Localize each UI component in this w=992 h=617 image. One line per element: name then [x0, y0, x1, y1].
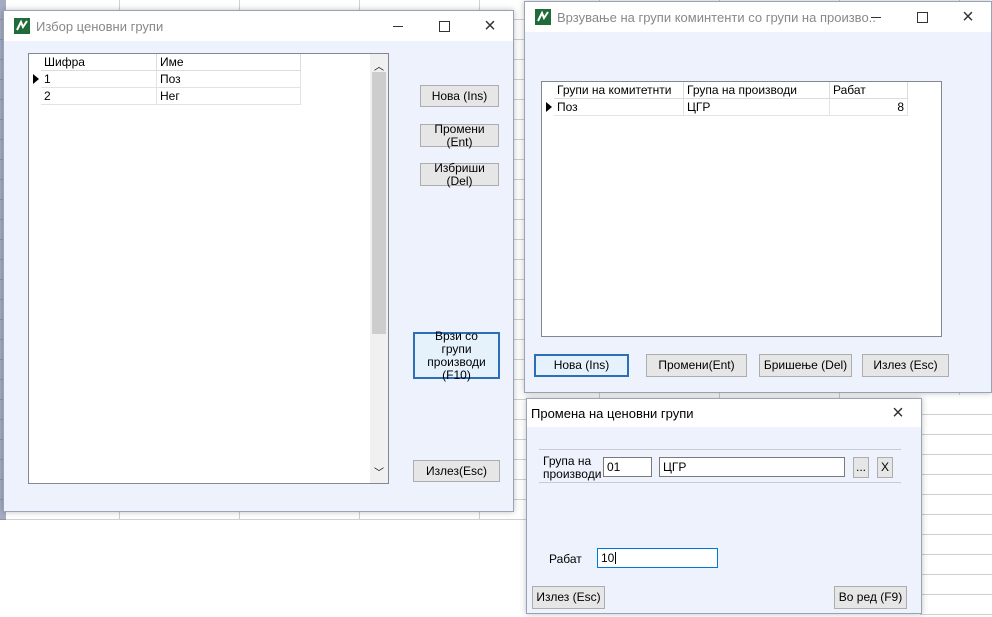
edit-button[interactable]: Промени(Ent) — [646, 354, 747, 377]
column-header-client-group[interactable]: Групи на комитетнти — [554, 82, 684, 99]
discount-field[interactable]: 10 — [597, 548, 718, 568]
column-header-discount[interactable]: Рабат — [830, 82, 908, 99]
table-row-client-group[interactable]: Поз — [554, 99, 684, 116]
delete-button[interactable]: Бришење (Del) — [759, 354, 852, 377]
price-groups-table[interactable]: Шифра Име 1 Поз 2 Нег ︿ ﹀ — [28, 53, 389, 484]
table-row-name[interactable]: Поз — [157, 71, 301, 88]
link-product-groups-button[interactable]: Врзи со групи производи (F10) — [413, 329, 500, 381]
minimize-button[interactable] — [375, 11, 421, 41]
link-groups-window: Врзување на групи коминтенти со групи на… — [524, 1, 992, 393]
table-row-name[interactable]: Нег — [157, 88, 301, 105]
close-button[interactable]: × — [467, 11, 513, 41]
app-logo-icon — [14, 18, 30, 34]
browse-button[interactable]: ... — [853, 457, 869, 478]
close-icon: × — [484, 14, 496, 37]
column-header-code[interactable]: Шифра — [41, 54, 157, 71]
close-icon: × — [962, 5, 974, 28]
current-row-indicator-icon — [33, 74, 39, 84]
links-table[interactable]: Групи на комитетнти Група на производи Р… — [541, 81, 942, 337]
maximize-icon — [438, 20, 450, 32]
clear-button[interactable]: X — [877, 457, 893, 478]
price-groups-titlebar[interactable]: Избор ценовни групи × — [4, 11, 513, 41]
exit-button[interactable]: Излез (Esc) — [532, 586, 605, 609]
window-title: Врзување на групи коминтенти со групи на… — [557, 9, 877, 25]
window-title: Избор ценовни групи — [36, 18, 164, 34]
edit-button[interactable]: Промени (Ent) — [420, 122, 499, 148]
exit-button[interactable]: Излез(Esc) — [413, 460, 500, 482]
maximize-icon — [916, 11, 928, 23]
dialog-title: Промена на ценовни групи — [531, 405, 694, 421]
close-icon: × — [892, 401, 904, 424]
product-group-name-field[interactable]: ЦГР — [659, 457, 845, 477]
discount-value: 10 — [601, 551, 615, 565]
price-groups-window: Избор ценовни групи × Шифра Име 1 Поз 2 … — [3, 10, 514, 512]
scroll-down-icon[interactable]: ﹀ — [374, 464, 384, 479]
background-spreadsheet-right — [920, 395, 992, 617]
link-groups-titlebar[interactable]: Врзување на групи коминтенти со групи на… — [525, 2, 991, 32]
new-button[interactable]: Нова (Ins) — [534, 354, 629, 377]
scrollbar-thumb[interactable] — [372, 72, 386, 334]
new-button[interactable]: Нова (Ins) — [420, 85, 499, 107]
column-header-name[interactable]: Име — [157, 54, 301, 71]
ok-button[interactable]: Во ред (F9) — [834, 586, 907, 609]
product-group-label: Група на производи — [543, 454, 602, 481]
table-row-product-group[interactable]: ЦГР — [684, 99, 830, 116]
minimize-button[interactable] — [853, 2, 899, 32]
scroll-up-icon[interactable]: ︿ — [374, 58, 384, 73]
table-row-discount[interactable]: 8 — [830, 99, 908, 116]
text-caret — [615, 552, 617, 564]
table-row-code[interactable]: 2 — [41, 88, 157, 105]
close-button[interactable]: × — [945, 2, 991, 32]
maximize-button[interactable] — [899, 2, 945, 32]
app-logo-icon — [535, 9, 551, 25]
delete-button[interactable]: Избриши (Del) — [420, 161, 499, 187]
edit-dialog-titlebar[interactable]: Промена на ценовни групи × — [527, 399, 921, 427]
maximize-button[interactable] — [421, 11, 467, 41]
close-button[interactable]: × — [875, 399, 921, 427]
vertical-scrollbar[interactable]: ︿ ﹀ — [370, 54, 388, 483]
discount-label: Рабат — [549, 552, 582, 566]
edit-price-group-dialog: Промена на ценовни групи × Група на прои… — [526, 398, 922, 614]
product-group-code-field[interactable]: 01 — [603, 457, 652, 477]
column-header-product-group[interactable]: Група на производи — [684, 82, 830, 99]
minimize-icon — [871, 16, 881, 18]
exit-button[interactable]: Излез (Esc) — [862, 354, 949, 377]
current-row-indicator-icon — [546, 102, 552, 112]
table-row-code[interactable]: 1 — [41, 71, 157, 88]
minimize-icon — [393, 25, 403, 27]
